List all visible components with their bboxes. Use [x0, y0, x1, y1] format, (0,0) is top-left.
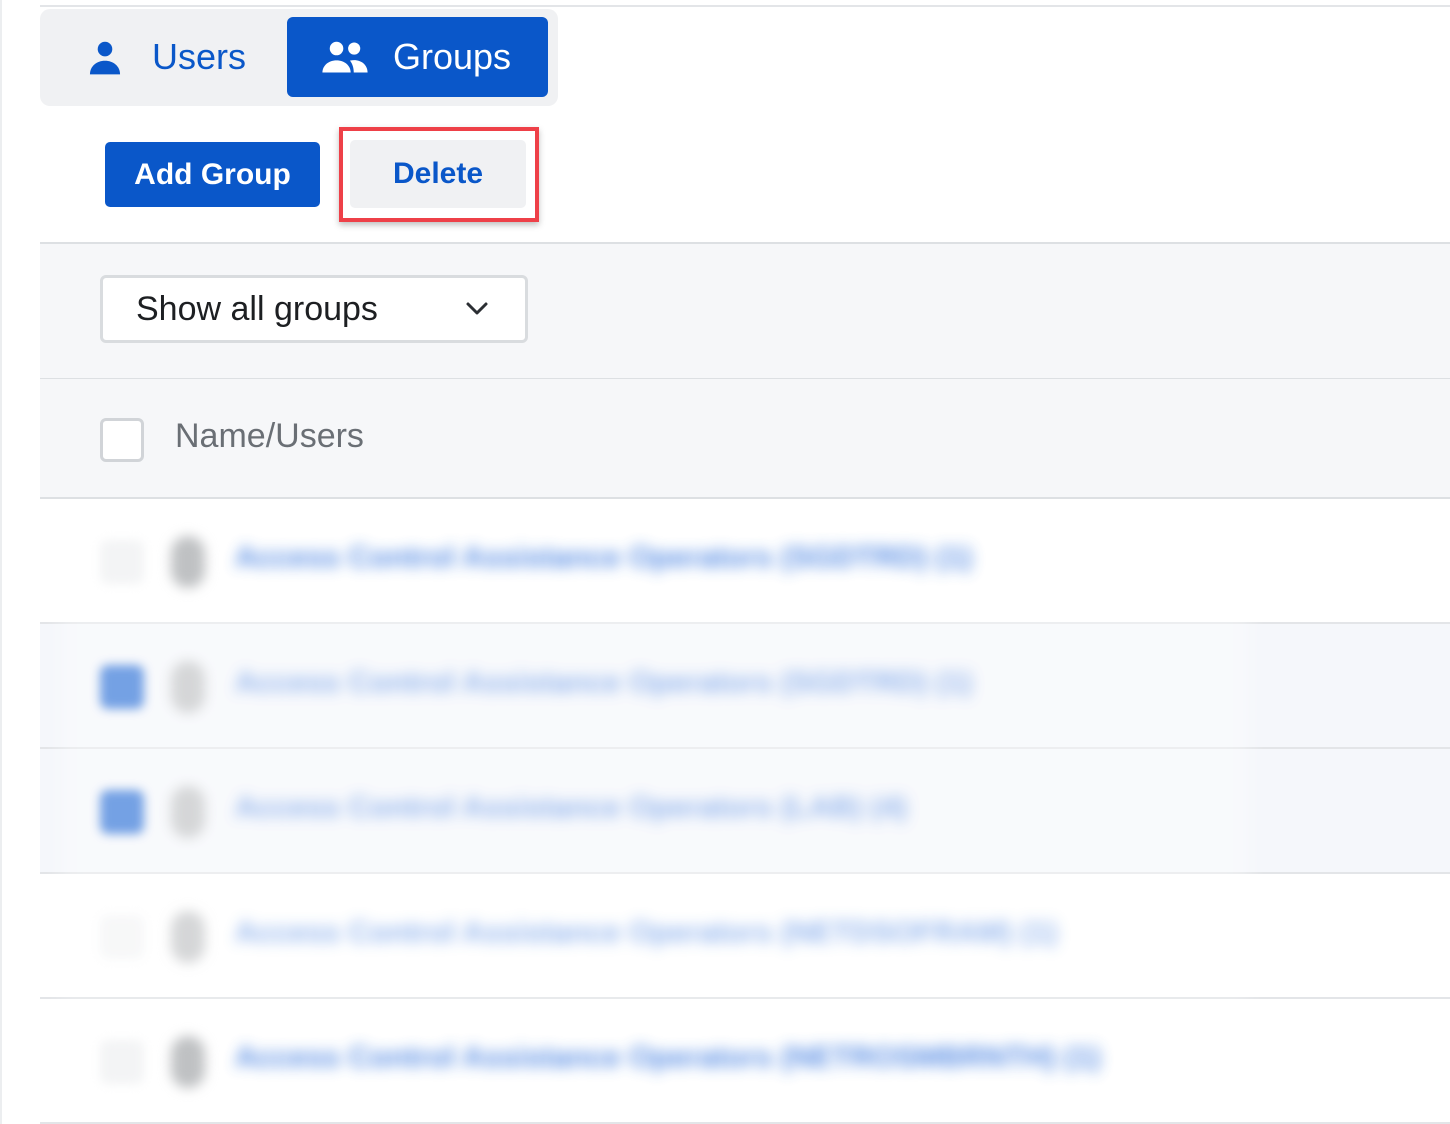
group-name-link[interactable]: Access Control Assistance Operators (NET… [235, 1041, 1101, 1075]
select-all-checkbox[interactable] [100, 418, 144, 462]
group-avatar-icon [171, 536, 205, 588]
table-row[interactable]: Access Control Assistance Operators (NET… [40, 874, 1450, 999]
tab-groups[interactable]: Groups [287, 17, 548, 97]
user-icon [86, 38, 124, 76]
group-name-link[interactable]: Access Control Assistance Operators (NET… [235, 916, 1057, 950]
view-tabs: Users Groups [40, 9, 558, 106]
row-checkbox[interactable] [100, 1040, 144, 1084]
group-name-link[interactable]: Access Control Assistance Operators (SGD… [235, 666, 972, 700]
group-avatar-icon [171, 911, 205, 963]
table-row[interactable]: Access Control Assistance Operators (SGD… [40, 624, 1450, 749]
name-users-column-header: Name/Users [175, 417, 364, 455]
row-checkbox[interactable] [100, 665, 144, 709]
group-name-link[interactable]: Access Control Assistance Operators (LAB… [235, 791, 907, 825]
row-checkbox[interactable] [100, 915, 144, 959]
table-header: Name/Users [40, 379, 1450, 499]
group-filter-value: Show all groups [136, 289, 378, 328]
chevron-down-icon [465, 301, 489, 322]
tab-users[interactable]: Users [86, 17, 286, 97]
tab-groups-label: Groups [393, 36, 512, 77]
group-filter-select[interactable]: Show all groups [100, 275, 528, 343]
group-avatar-icon [171, 786, 205, 838]
delete-highlight-box [339, 127, 539, 222]
group-avatar-icon [171, 661, 205, 713]
group-avatar-icon [171, 1036, 205, 1088]
left-border [0, 0, 2, 1124]
table-row[interactable]: Access Control Assistance Operators (SGD… [40, 499, 1450, 624]
row-checkbox[interactable] [100, 540, 144, 584]
users-group-icon [321, 40, 369, 74]
row-checkbox[interactable] [100, 790, 144, 834]
filter-bar: Show all groups [40, 242, 1450, 381]
group-name-link[interactable]: Access Control Assistance Operators (SGD… [235, 541, 972, 575]
add-group-button[interactable]: Add Group [105, 142, 320, 207]
top-divider [40, 5, 1450, 7]
table-row[interactable]: Access Control Assistance Operators (LAB… [40, 749, 1450, 874]
tab-users-label: Users [152, 36, 247, 77]
table-row[interactable]: Access Control Assistance Operators (NET… [40, 999, 1450, 1124]
